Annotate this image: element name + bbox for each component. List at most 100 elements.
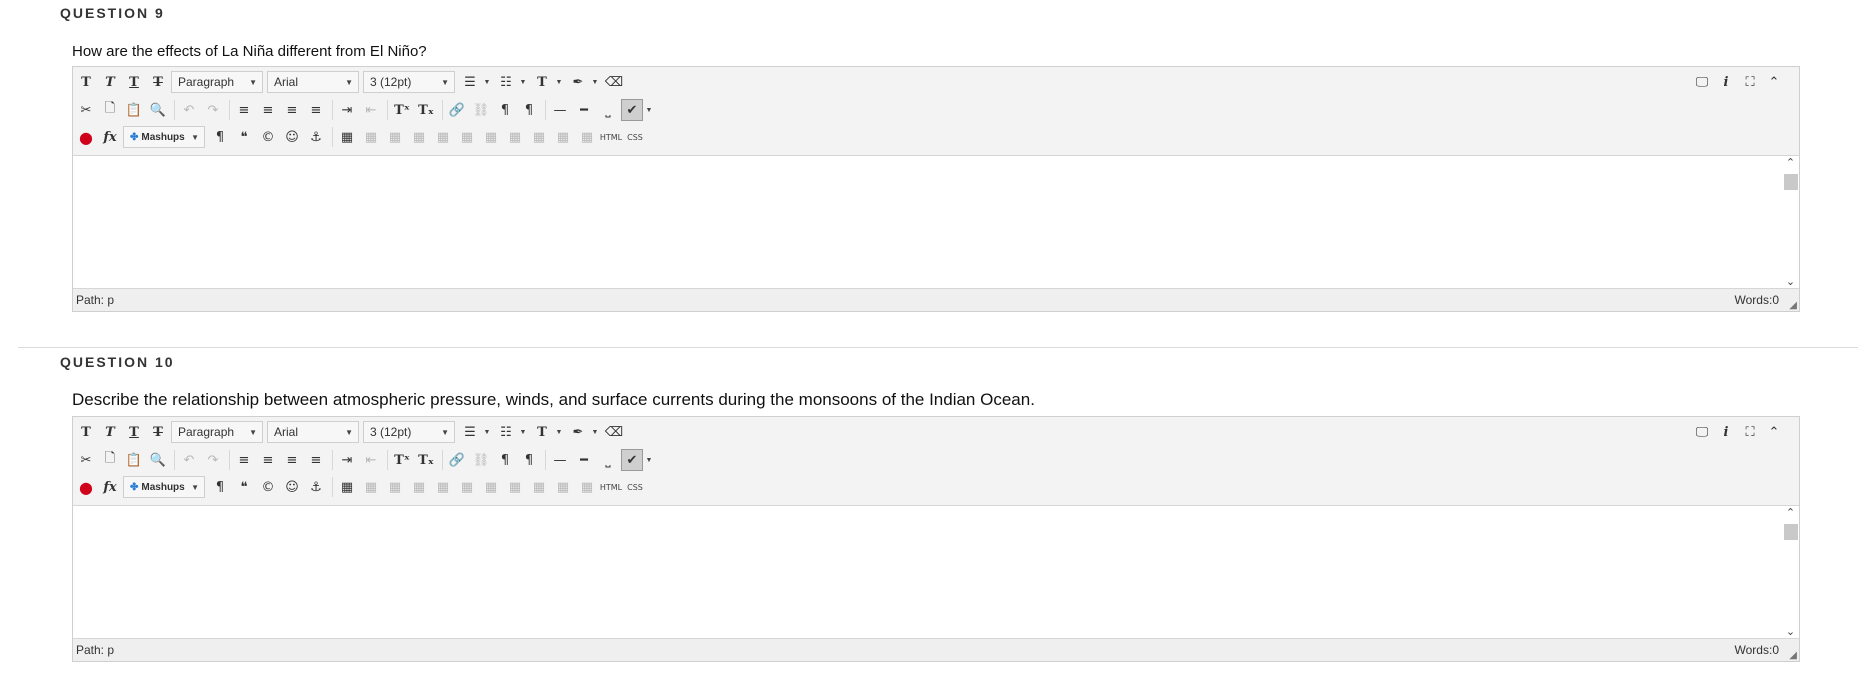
numbered-list-icon[interactable]: ☷	[495, 421, 517, 443]
chevron-down-icon[interactable]: ▼	[591, 71, 599, 93]
scroll-up-icon[interactable]: ⌃	[1782, 156, 1799, 169]
horizontal-rule-icon[interactable]: —	[549, 449, 571, 471]
size-select[interactable]: 3 (12pt) ▼	[363, 421, 455, 443]
highlight-icon[interactable]: ✒	[567, 71, 589, 93]
paste-icon[interactable]: 📋	[123, 449, 145, 471]
rtl-icon[interactable]: ¶	[518, 99, 540, 121]
size-select[interactable]: 3 (12pt) ▼	[363, 71, 455, 93]
eraser-icon[interactable]: ⌫	[603, 421, 625, 443]
table-columns-icon[interactable]: ▦	[576, 126, 598, 148]
align-center-icon[interactable]: ≡	[257, 99, 279, 121]
cut-icon[interactable]: ✂	[75, 449, 97, 471]
collapse-toolbar-icon[interactable]: ⌃	[1763, 421, 1785, 443]
spellcheck-icon[interactable]: ✔	[621, 449, 643, 471]
bullet-list-icon[interactable]: ☰	[459, 421, 481, 443]
math-formula-icon[interactable]: fx	[99, 476, 121, 498]
nonbreaking-space-icon[interactable]: ⎵	[597, 99, 619, 121]
numbered-list-icon[interactable]: ☷	[495, 71, 517, 93]
css-button[interactable]: CSS	[624, 126, 646, 148]
link-icon[interactable]: 🔗	[446, 99, 468, 121]
paragraph-mark-icon[interactable]: ¶	[209, 476, 231, 498]
table-columns-icon[interactable]: ▦	[576, 476, 598, 498]
vertical-scrollbar[interactable]: ⌃ ⌄	[1782, 156, 1799, 288]
copyright-icon[interactable]: ©	[257, 126, 279, 148]
scroll-up-icon[interactable]: ⌃	[1782, 506, 1799, 519]
justify-icon[interactable]: ≡	[305, 99, 327, 121]
scroll-thumb[interactable]	[1784, 524, 1798, 540]
table-split-icon[interactable]: ▦	[528, 476, 550, 498]
table-delete-row-icon[interactable]: ▦	[456, 476, 478, 498]
mashups-select[interactable]: ✤ Mashups ▼	[123, 476, 205, 498]
record-icon[interactable]: ●	[75, 476, 97, 498]
table-insert-row-icon[interactable]: ▦	[432, 126, 454, 148]
thick-rule-icon[interactable]: ━	[573, 99, 595, 121]
table-merge-icon[interactable]: ▦	[408, 476, 430, 498]
copy-icon[interactable]: 🗋	[99, 449, 121, 471]
anchor-icon[interactable]: ⚓	[305, 126, 327, 148]
table-cell-icon[interactable]: ▦	[384, 126, 406, 148]
record-icon[interactable]: ●	[75, 126, 97, 148]
scroll-thumb[interactable]	[1784, 174, 1798, 190]
chevron-down-icon[interactable]: ▼	[555, 71, 563, 93]
mashups-select[interactable]: ✤ Mashups ▼	[123, 126, 205, 148]
superscript-icon[interactable]: Tˣ	[391, 99, 413, 121]
table-props-icon[interactable]: ▦	[552, 476, 574, 498]
chevron-down-icon[interactable]: ▼	[483, 71, 491, 93]
spellcheck-icon[interactable]: ✔	[621, 99, 643, 121]
subscript-icon[interactable]: Tₓ	[415, 99, 437, 121]
table-insert-col-icon[interactable]: ▦	[480, 476, 502, 498]
indent-icon[interactable]: ⇥	[336, 99, 358, 121]
thick-rule-icon[interactable]: ━	[573, 449, 595, 471]
scroll-down-icon[interactable]: ⌄	[1782, 275, 1799, 288]
table-insert-col-icon[interactable]: ▦	[480, 126, 502, 148]
font-select[interactable]: Arial ▼	[267, 71, 359, 93]
table-delete-col-icon[interactable]: ▦	[504, 476, 526, 498]
path-value[interactable]: p	[107, 293, 114, 307]
subscript-icon[interactable]: Tₓ	[415, 449, 437, 471]
table-merge-icon[interactable]: ▦	[408, 126, 430, 148]
table-cell-icon[interactable]: ▦	[384, 476, 406, 498]
table-split-icon[interactable]: ▦	[528, 126, 550, 148]
horizontal-rule-icon[interactable]: —	[549, 99, 571, 121]
paste-icon[interactable]: 📋	[123, 99, 145, 121]
indent-icon[interactable]: ⇥	[336, 449, 358, 471]
table-icon[interactable]: ▦	[336, 126, 358, 148]
chevron-down-icon[interactable]: ▼	[591, 421, 599, 443]
align-left-icon[interactable]: ≡	[233, 449, 255, 471]
vertical-scrollbar[interactable]: ⌃ ⌄	[1782, 506, 1799, 638]
html-source-button[interactable]: HTML	[600, 476, 622, 498]
unlink-icon[interactable]: ⛓	[470, 99, 492, 121]
highlight-icon[interactable]: ✒	[567, 421, 589, 443]
html-source-button[interactable]: HTML	[600, 126, 622, 148]
redo-icon[interactable]: ↷	[202, 449, 224, 471]
bold-icon[interactable]: T	[75, 421, 97, 443]
align-center-icon[interactable]: ≡	[257, 449, 279, 471]
rtl-icon[interactable]: ¶	[518, 449, 540, 471]
format-select[interactable]: Paragraph ▼	[171, 421, 263, 443]
strikethrough-icon[interactable]: T	[147, 71, 169, 93]
chevron-down-icon[interactable]: ▼	[645, 449, 653, 471]
copyright-icon[interactable]: ©	[257, 476, 279, 498]
collapse-toolbar-icon[interactable]: ⌃	[1763, 71, 1785, 93]
chevron-down-icon[interactable]: ▼	[645, 99, 653, 121]
outdent-icon[interactable]: ⇤	[360, 449, 382, 471]
italic-icon[interactable]: T	[99, 421, 121, 443]
preview-icon[interactable]: 🖵	[1691, 71, 1713, 93]
table-insert-row-icon[interactable]: ▦	[432, 476, 454, 498]
find-icon[interactable]: 🔍	[147, 99, 169, 121]
css-button[interactable]: CSS	[624, 476, 646, 498]
redo-icon[interactable]: ↷	[202, 99, 224, 121]
font-select[interactable]: Arial ▼	[267, 421, 359, 443]
unlink-icon[interactable]: ⛓	[470, 449, 492, 471]
paragraph-mark-icon[interactable]: ¶	[209, 126, 231, 148]
preview-icon[interactable]: 🖵	[1691, 421, 1713, 443]
outdent-icon[interactable]: ⇤	[360, 99, 382, 121]
ltr-icon[interactable]: ¶	[494, 99, 516, 121]
justify-icon[interactable]: ≡	[305, 449, 327, 471]
strikethrough-icon[interactable]: T	[147, 421, 169, 443]
ltr-icon[interactable]: ¶	[494, 449, 516, 471]
undo-icon[interactable]: ↶	[178, 449, 200, 471]
info-icon[interactable]: i	[1715, 71, 1737, 93]
emoticon-icon[interactable]: ☺	[281, 476, 303, 498]
chevron-down-icon[interactable]: ▼	[519, 421, 527, 443]
